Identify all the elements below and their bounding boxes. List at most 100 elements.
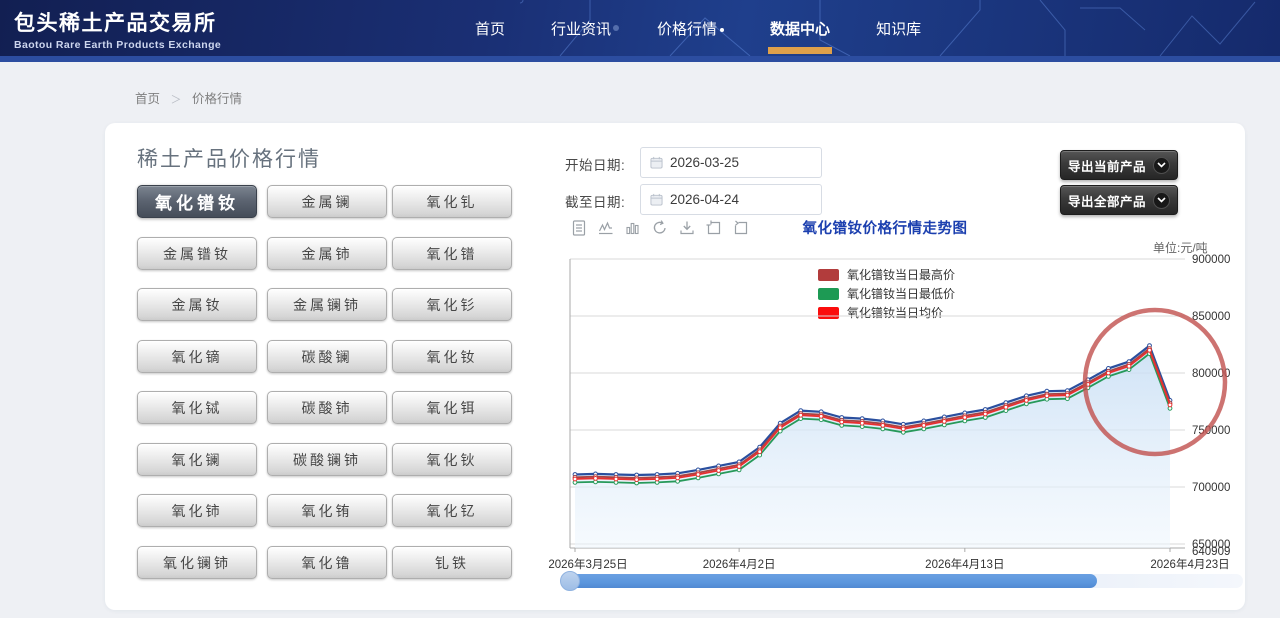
product-button-label: 氧化钇 [427, 501, 478, 521]
export-current-button[interactable]: 导出当前产品 [1060, 150, 1178, 180]
product-button-7[interactable]: 金属镧铈 [267, 288, 387, 321]
data-point [655, 477, 659, 481]
data-point [1127, 364, 1131, 368]
product-button-13[interactable]: 碳酸铈 [267, 391, 387, 424]
line-chart-icon[interactable] [597, 219, 615, 237]
data-point [963, 416, 967, 420]
nav-item-label: 数据中心 [770, 21, 830, 38]
breadcrumb-home[interactable]: 首页 [135, 92, 160, 106]
data-point [1025, 399, 1029, 403]
product-button-label: 氧化钐 [427, 295, 478, 315]
product-button-5[interactable]: 氧化镨 [392, 237, 512, 270]
data-point [840, 420, 844, 424]
product-button-label: 金属钕 [172, 295, 223, 315]
product-button-label: 氧化镨 [427, 244, 478, 264]
product-button-17[interactable]: 氧化钬 [392, 443, 512, 476]
product-button-11[interactable]: 氧化钕 [392, 340, 512, 373]
breadcrumb-current: 价格行情 [192, 92, 242, 106]
product-button-label: 氧化镥 [302, 553, 353, 573]
data-point [676, 476, 680, 480]
product-button-15[interactable]: 氧化镧 [137, 443, 257, 476]
product-button-0[interactable]: 氧化镨钕 [137, 185, 257, 218]
data-point [819, 414, 823, 418]
product-button-1[interactable]: 金属镧 [267, 185, 387, 218]
zoom-box-icon[interactable] [705, 219, 723, 237]
product-button-label: 氧化镝 [172, 347, 223, 367]
data-point [1168, 403, 1172, 407]
nav-item-4[interactable]: 知识库 [876, 18, 921, 39]
product-button-4[interactable]: 金属铈 [267, 237, 387, 270]
product-button-label: 氧化钕 [427, 347, 478, 367]
chart-toolbar [570, 219, 750, 237]
product-button-14[interactable]: 氧化铒 [392, 391, 512, 424]
chevron-down-icon [1153, 192, 1170, 209]
export-all-label: 导出全部产品 [1068, 191, 1146, 210]
product-button-6[interactable]: 金属钕 [137, 288, 257, 321]
y-axis-label: 850000 [1192, 311, 1230, 323]
nav-item-0[interactable]: 首页 [475, 18, 505, 39]
product-button-22[interactable]: 氧化镥 [267, 546, 387, 579]
data-point [635, 478, 639, 482]
download-icon[interactable] [678, 219, 696, 237]
product-button-label: 氧化铽 [172, 398, 223, 418]
chart-scrollbar-handle[interactable] [560, 571, 580, 591]
nav-item-1[interactable]: 行业资讯 [551, 18, 611, 39]
data-point [1066, 393, 1070, 397]
active-nav-underline [768, 47, 832, 54]
end-date-value[interactable] [670, 192, 800, 207]
y-axis-label: 900000 [1192, 254, 1230, 266]
export-all-button[interactable]: 导出全部产品 [1060, 185, 1178, 215]
product-button-label: 氧化铈 [172, 501, 223, 521]
product-button-10[interactable]: 碳酸镧 [267, 340, 387, 373]
product-button-16[interactable]: 碳酸镧铈 [267, 443, 387, 476]
nav-item-3[interactable]: 数据中心 [770, 18, 830, 39]
nav-item-label: 首页 [475, 21, 505, 38]
data-point [696, 473, 700, 477]
logo[interactable]: 包头稀土产品交易所 Baotou Rare Earth Products Exc… [14, 7, 221, 51]
product-button-12[interactable]: 氧化铽 [137, 391, 257, 424]
bar-chart-icon[interactable] [624, 219, 642, 237]
start-date-input[interactable] [640, 147, 822, 178]
x-axis-label: 2026年4月23日 [1150, 557, 1229, 571]
product-button-8[interactable]: 氧化钐 [392, 288, 512, 321]
refresh-icon[interactable] [651, 219, 669, 237]
product-button-21[interactable]: 氧化镧铈 [137, 546, 257, 579]
product-button-23[interactable]: 钆铁 [392, 546, 512, 579]
data-point [594, 477, 598, 481]
product-button-9[interactable]: 氧化镝 [137, 340, 257, 373]
product-button-label: 氧化铕 [302, 501, 353, 521]
price-trend-chart: 9000008500008000007500007000006500006409… [545, 250, 1245, 575]
data-point [881, 424, 885, 428]
data-point [983, 412, 987, 416]
product-button-label: 钆铁 [435, 553, 469, 573]
breadcrumb-separator: ＞ [171, 94, 182, 106]
product-button-label: 碳酸铈 [302, 398, 353, 418]
product-button-label: 碳酸镧铈 [293, 450, 361, 470]
data-point [778, 426, 782, 430]
product-button-2[interactable]: 氧化钆 [392, 185, 512, 218]
product-button-20[interactable]: 氧化钇 [392, 494, 512, 527]
data-point [922, 424, 926, 428]
product-button-19[interactable]: 氧化铕 [267, 494, 387, 527]
nav-item-2[interactable]: 价格行情 [657, 18, 724, 39]
top-header: 包头稀土产品交易所 Baotou Rare Earth Products Exc… [0, 0, 1280, 56]
product-button-18[interactable]: 氧化铈 [137, 494, 257, 527]
start-date-value[interactable] [670, 155, 800, 170]
main-nav: 首页 行业资讯 价格行情 数据中心 知识库 [475, 0, 921, 56]
product-button-label: 氧化铒 [427, 398, 478, 418]
product-button-label: 氧化镧铈 [163, 553, 231, 573]
end-date-input[interactable] [640, 184, 822, 215]
chevron-down-icon [1153, 157, 1170, 174]
chart-scrollbar-fill[interactable] [565, 574, 1097, 588]
product-button-label: 氧化钆 [427, 192, 478, 212]
data-view-icon[interactable] [570, 219, 588, 237]
data-point [1148, 348, 1152, 352]
data-point [901, 427, 905, 431]
nav-item-label: 知识库 [876, 21, 921, 38]
y-axis-min-label: 640909 [1192, 546, 1230, 558]
product-button-label: 金属镨钕 [163, 244, 231, 264]
product-button-3[interactable]: 金属镨钕 [137, 237, 257, 270]
product-button-label: 金属铈 [302, 244, 353, 264]
data-point [860, 421, 864, 425]
nav-dropdown-dot [720, 28, 724, 32]
